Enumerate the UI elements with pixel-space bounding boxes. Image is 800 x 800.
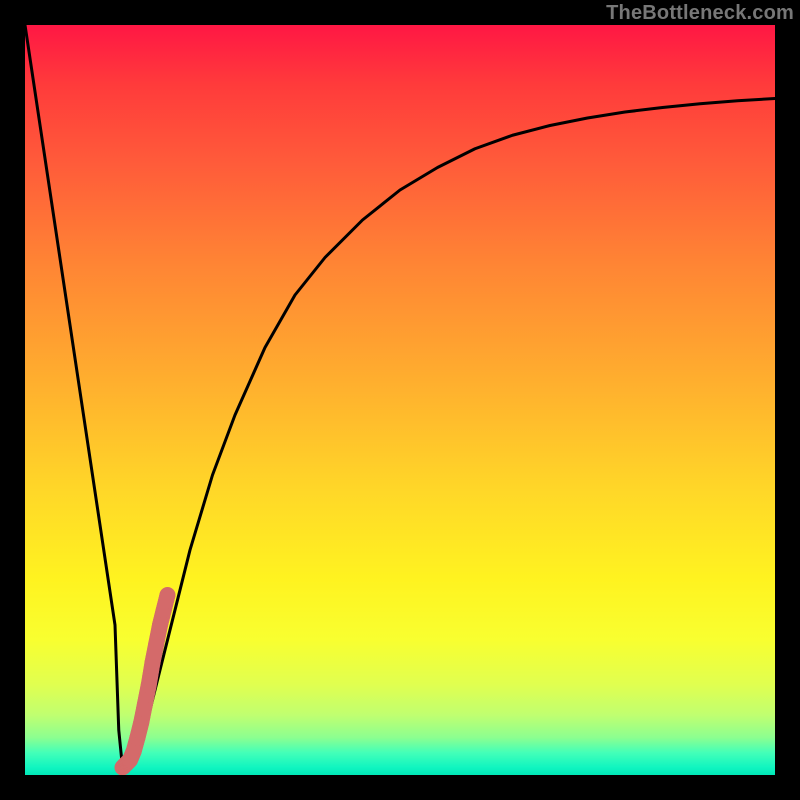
- plot-area: [25, 25, 775, 775]
- chart-frame: TheBottleneck.com: [0, 0, 800, 800]
- chart-svg: [25, 25, 775, 775]
- marker-segment: [115, 587, 176, 775]
- watermark: TheBottleneck.com: [606, 2, 794, 25]
- bottleneck-curve: [25, 25, 775, 768]
